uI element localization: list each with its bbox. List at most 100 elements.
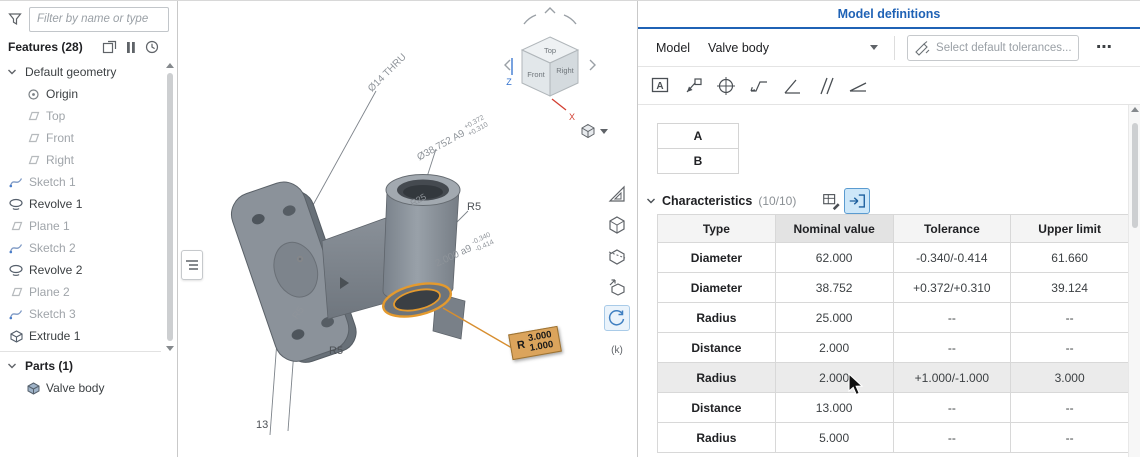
tree-item-label: Default geometry <box>25 65 117 79</box>
tree-item-sketch-3[interactable]: Sketch 3 <box>0 303 161 325</box>
refresh-characteristics-icon[interactable] <box>818 188 844 214</box>
sidebar-scrollbar[interactable] <box>164 61 176 353</box>
column-header[interactable]: Tolerance <box>892 214 1012 243</box>
column-header[interactable]: Nominal value <box>774 214 894 243</box>
tolerance-cell[interactable]: -- <box>892 392 1012 423</box>
type-cell[interactable]: Distance <box>657 392 776 423</box>
characteristic-row[interactable]: Radius 2.000 +1.000/-1.000 3.000 <box>657 362 1129 393</box>
tree-item-revolve-2[interactable]: Revolve 2 <box>0 259 161 281</box>
nominal-cell[interactable]: 5.000 <box>774 422 894 453</box>
characteristic-row[interactable]: Diameter 38.752 +0.372/+0.310 39.124 <box>657 272 1129 303</box>
scroll-up-icon[interactable] <box>1131 107 1139 112</box>
parallelism-icon[interactable] <box>811 72 838 99</box>
type-cell[interactable]: Radius <box>657 302 776 333</box>
angularity-icon[interactable] <box>778 72 805 99</box>
characteristics-table: Type Nominal value Tolerance Upper limit Di… <box>657 214 1129 453</box>
section-view-icon[interactable] <box>604 243 630 269</box>
dimension-13[interactable]: 13 <box>256 419 268 431</box>
scrollbar-thumb[interactable] <box>167 73 173 341</box>
nominal-cell[interactable]: 2.000 <box>774 332 894 363</box>
characteristic-row[interactable]: Distance 2.000 -- -- <box>657 332 1129 363</box>
type-cell[interactable]: Distance <box>657 332 776 363</box>
nominal-cell[interactable]: 38.752 <box>774 272 894 303</box>
collapsed-panel-toggle[interactable] <box>181 250 203 280</box>
pause-icon[interactable] <box>126 41 136 54</box>
nominal-cell[interactable]: 13.000 <box>774 392 894 423</box>
column-header[interactable]: Type <box>657 214 776 243</box>
upper-limit-cell[interactable]: 39.124 <box>1010 272 1129 303</box>
dimension-r5-bottom[interactable]: R5 <box>329 345 343 357</box>
tree-item-right[interactable]: Right <box>0 149 161 171</box>
scrollbar-thumb[interactable] <box>1132 123 1138 228</box>
tree-item-revolve-1[interactable]: Revolve 1 <box>0 193 161 215</box>
datum-cell-b[interactable]: B <box>657 148 739 174</box>
characteristic-row[interactable]: Radius 5.000 -- -- <box>657 422 1129 453</box>
nominal-cell[interactable]: 62.000 <box>774 242 894 273</box>
tab-model-definitions[interactable]: Model definitions <box>638 1 1140 29</box>
upper-limit-cell[interactable]: 61.660 <box>1010 242 1129 273</box>
default-tolerances-input[interactable]: Select default tolerances... <box>907 34 1080 61</box>
more-options-button[interactable]: ⋯ <box>1096 39 1112 56</box>
tree-item-plane-2[interactable]: Plane 2 <box>0 281 161 303</box>
tree-item-plane-1[interactable]: Plane 1 <box>0 215 161 237</box>
weld-symbol-icon[interactable] <box>745 72 772 99</box>
rollback-clock-icon[interactable] <box>145 40 159 54</box>
filter-input[interactable] <box>29 6 169 32</box>
tree-item-parts[interactable]: Parts (1) <box>0 355 161 377</box>
tree-item-top[interactable]: Top <box>0 105 161 127</box>
dimension-r5-top[interactable]: R5 <box>467 201 481 213</box>
tree-item-valve-body[interactable]: Valve body <box>0 377 161 399</box>
tolerance-cell[interactable]: -- <box>892 332 1012 363</box>
explode-view-icon[interactable] <box>604 274 630 300</box>
tolerance-cell[interactable]: -0.340/-0.414 <box>892 242 1012 273</box>
characteristic-row[interactable]: Diameter 62.000 -0.340/-0.414 61.660 <box>657 242 1129 273</box>
upper-limit-cell[interactable]: -- <box>1010 422 1129 453</box>
plane-icon <box>26 132 40 144</box>
tolerance-cell[interactable]: -- <box>892 302 1012 333</box>
display-options-button[interactable] <box>580 123 608 139</box>
leader-callout-icon[interactable] <box>679 72 706 99</box>
characteristic-row[interactable]: Distance 13.000 -- -- <box>657 392 1129 423</box>
upper-limit-cell[interactable]: -- <box>1010 302 1129 333</box>
datum-feature-icon[interactable]: A <box>646 72 673 99</box>
orientation-cube-icon[interactable] <box>604 212 630 238</box>
upper-limit-cell[interactable]: -- <box>1010 332 1129 363</box>
taper-icon[interactable] <box>844 72 871 99</box>
tolerance-cell[interactable]: +0.372/+0.310 <box>892 272 1012 303</box>
3d-viewport[interactable]: Ø14 THRU Ø38.752 A9 +0.372 +0.310 R25 R5… <box>178 1 637 457</box>
type-cell[interactable]: Diameter <box>657 272 776 303</box>
set-square-icon[interactable] <box>604 181 630 207</box>
column-header[interactable]: Upper limit <box>1010 214 1129 243</box>
datum-target-icon[interactable] <box>712 72 739 99</box>
nominal-cell[interactable]: 2.000 <box>774 362 894 393</box>
filter-funnel-icon[interactable] <box>8 12 22 26</box>
upper-limit-cell[interactable]: 3.000 <box>1010 362 1129 393</box>
characteristic-row[interactable]: Radius 25.000 -- -- <box>657 302 1129 333</box>
shortcut-k-icon[interactable]: (k) <box>604 336 630 362</box>
type-cell[interactable]: Radius <box>657 362 776 393</box>
tolerance-cell[interactable]: -- <box>892 422 1012 453</box>
scroll-up-icon[interactable] <box>166 63 174 68</box>
datum-cell-a[interactable]: A <box>657 123 739 149</box>
characteristics-header[interactable]: Characteristics (10/10) <box>638 188 1140 214</box>
popout-icon[interactable] <box>102 40 117 54</box>
tree-item-sketch-1[interactable]: Sketch 1 <box>0 171 161 193</box>
panel-scrollbar[interactable] <box>1128 105 1140 457</box>
tree-item-front[interactable]: Front <box>0 127 161 149</box>
import-characteristics-icon[interactable] <box>844 188 871 214</box>
tree-item-label: Revolve 2 <box>29 263 83 277</box>
type-cell[interactable]: Radius <box>657 422 776 453</box>
scroll-down-icon[interactable] <box>166 346 174 351</box>
tolerance-cell[interactable]: +1.000/-1.000 <box>892 362 1012 393</box>
tag-values: 3.000 1.000 <box>527 329 555 354</box>
view-cube[interactable]: Top Front Right Z X <box>496 3 606 128</box>
tree-item-default-geometry[interactable]: Default geometry <box>0 61 161 83</box>
tree-item-origin[interactable]: Origin <box>0 83 161 105</box>
tree-item-extrude-1[interactable]: Extrude 1 <box>0 325 161 347</box>
type-cell[interactable]: Diameter <box>657 242 776 273</box>
model-select[interactable]: Valve body <box>704 38 882 58</box>
nominal-cell[interactable]: 25.000 <box>774 302 894 333</box>
tree-item-sketch-2[interactable]: Sketch 2 <box>0 237 161 259</box>
upper-limit-cell[interactable]: -- <box>1010 392 1129 423</box>
refresh-model-icon[interactable] <box>604 305 630 331</box>
